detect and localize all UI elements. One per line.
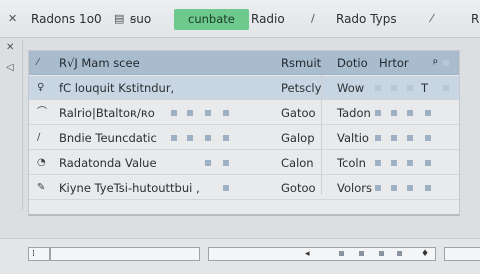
cell-result: Calon [281, 156, 314, 170]
toolbar-item-r[interactable]: R [471, 9, 479, 29]
table-row[interactable]: ∕ Bndie Teuncdatic Galop Valtio [29, 126, 459, 150]
search-icon: ♀ [37, 82, 45, 93]
cell-marker [391, 185, 397, 191]
cell-result: Petscly [281, 81, 322, 95]
curve-icon: ⌒ [37, 107, 47, 118]
table-row[interactable]: ✎ Kiyne TyeTsi-hutouttbui , Gotoo Volors [29, 176, 459, 200]
cell-t: T [421, 81, 429, 95]
cell-name: fC louquit Kstitndur, [59, 81, 175, 95]
toolbar-item-radons[interactable]: Radons 1o0 [31, 9, 102, 29]
cell-marker [407, 160, 413, 166]
table-row[interactable]: ⌒ Ralrio|Btaltoʀ/ʀo Gatoo Tadon [29, 101, 459, 125]
cell-marker [171, 135, 177, 141]
header-extra: ᵖ [433, 56, 438, 70]
scroll-marker [339, 251, 344, 256]
collapse-icon[interactable]: ✕ [8, 9, 17, 29]
column-separator [321, 75, 322, 195]
expand-icon[interactable]: ✕ [6, 42, 14, 53]
cell-marker [407, 110, 413, 116]
left-gutter: ✕ ◁ [0, 38, 22, 238]
data-table: ⁄ R√J Mam scee Rsmuit Dotio Hrtor ᵖ ♀ fC… [28, 50, 460, 216]
toolbar-item-rado-typs[interactable]: Rado Typs [336, 9, 397, 29]
bracket-icon: ⁞ [32, 249, 35, 259]
table-row[interactable]: ◔ Radatonda Value Calon Tcoln [29, 151, 459, 175]
document-icon[interactable]: ▤ [114, 9, 124, 29]
header-d[interactable]: Dotio [337, 51, 368, 75]
cell-d: Wow [337, 81, 365, 95]
clock-icon: ◔ [37, 157, 46, 168]
scroll-marker [379, 251, 384, 256]
cell-marker [391, 160, 397, 166]
cell-result: Galop [281, 131, 315, 145]
cell-name: Kiyne TyeTsi-hutouttbui , [59, 181, 200, 195]
scroll-down-icon[interactable]: ♦ [421, 247, 429, 261]
slash-icon[interactable]: / [311, 9, 315, 29]
cell-marker [407, 135, 413, 141]
cell-marker [223, 135, 229, 141]
cell-marker [205, 135, 211, 141]
header-marker [443, 60, 449, 66]
scroll-marker [359, 251, 364, 256]
cell-d: Valtio [337, 131, 369, 145]
pen-icon[interactable]: ⁄ [431, 9, 433, 29]
cell-marker [187, 110, 193, 116]
cell-name: Radatonda Value [59, 156, 157, 170]
cell-marker [407, 185, 413, 191]
angle-icon: ∕ [37, 132, 41, 143]
divider [22, 40, 23, 210]
cell-marker [375, 135, 381, 141]
cell-marker [425, 185, 431, 191]
header-name[interactable]: R√J Mam scee [59, 51, 140, 75]
table-row[interactable]: ♀ fC louquit Kstitndur, Petscly Wow T [29, 76, 459, 100]
segment-left-cap[interactable]: ⁞ [28, 247, 50, 261]
cell-marker [223, 110, 229, 116]
scroll-left-icon[interactable]: ◂ [305, 247, 310, 261]
cell-marker [223, 185, 229, 191]
edit-icon: ✎ [37, 182, 46, 193]
cell-marker [391, 110, 397, 116]
cell-marker [391, 85, 397, 91]
cell-marker [375, 85, 381, 91]
cell-marker [375, 110, 381, 116]
cell-marker [375, 185, 381, 191]
cell-marker [187, 135, 193, 141]
bottom-bar: ⁞ ◂ ♦ [0, 238, 480, 274]
cell-name: Ralrio|Btaltoʀ/ʀo [59, 106, 155, 120]
sort-icon[interactable]: ⁄ [37, 51, 39, 75]
cell-d: Tcoln [337, 156, 366, 170]
cell-marker [375, 160, 381, 166]
cell-marker [391, 135, 397, 141]
segment-right[interactable] [444, 247, 480, 261]
header-h[interactable]: Hrtor [379, 51, 409, 75]
scroll-marker [397, 251, 402, 256]
cell-marker [443, 85, 449, 91]
cell-marker [171, 110, 177, 116]
cell-marker [425, 160, 431, 166]
cell-result: Gatoo [281, 106, 316, 120]
cell-marker [425, 135, 431, 141]
toolbar-item-cunbate[interactable]: cunbate [174, 9, 249, 30]
cell-marker [407, 85, 413, 91]
cell-marker [425, 110, 431, 116]
top-toolbar: ✕ Radons 1o0 ▤ ꞩuo cunbate Radio / Rado … [0, 0, 480, 38]
table-header: ⁄ R√J Mam scee Rsmuit Dotio Hrtor ᵖ [29, 51, 459, 75]
toolbar-item-suo[interactable]: ꞩuo [130, 9, 151, 29]
caret-icon[interactable]: ◁ [6, 62, 14, 73]
scrollbar[interactable]: ◂ ♦ [208, 247, 436, 261]
segment-input[interactable] [50, 247, 200, 261]
cell-marker [205, 110, 211, 116]
cell-marker [223, 160, 229, 166]
cell-name: Bndie Teuncdatic [59, 131, 157, 145]
cell-d: Volors [337, 181, 372, 195]
cell-marker [205, 160, 211, 166]
header-result[interactable]: Rsmuit [281, 51, 321, 75]
cell-d: Tadon [337, 106, 371, 120]
cell-result: Gotoo [281, 181, 316, 195]
toolbar-item-radio[interactable]: Radio [251, 9, 285, 29]
